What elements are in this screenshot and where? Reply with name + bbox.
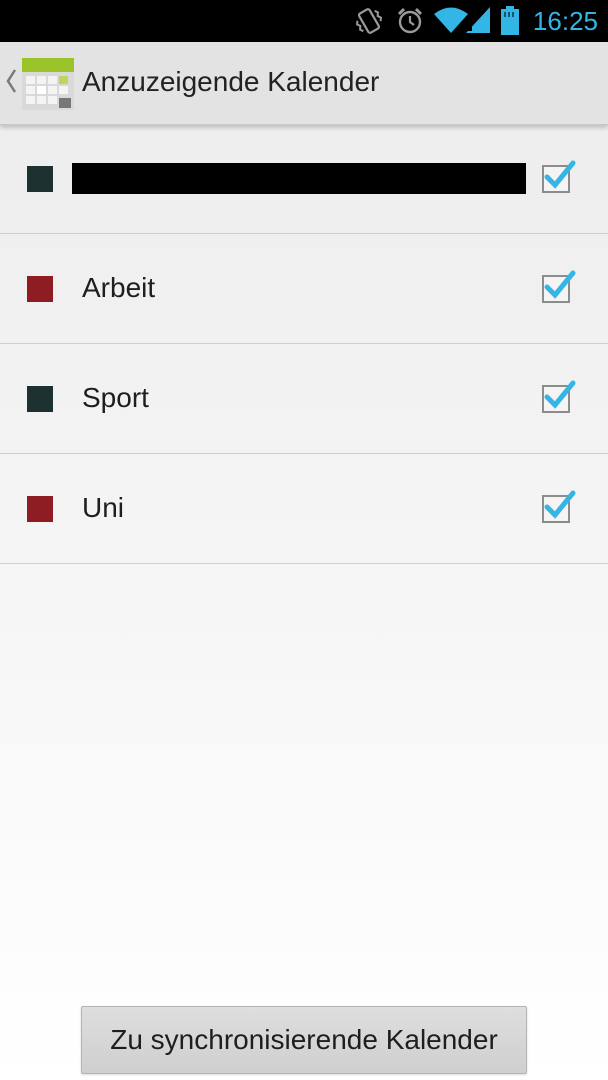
calendar-row[interactable]: Arbeit: [0, 234, 608, 344]
signal-icon: [466, 7, 490, 33]
vibrate-icon: [356, 8, 382, 34]
calendar-color-swatch: [27, 496, 53, 522]
calendar-checkbox[interactable]: [540, 490, 576, 524]
status-time: 16:25: [532, 6, 598, 36]
battery-icon: [501, 6, 519, 35]
calendar-row[interactable]: Uni: [0, 454, 608, 564]
status-bar: 16:25: [0, 0, 608, 42]
alarm-icon: [397, 7, 423, 34]
calendar-name: Arbeit: [82, 272, 156, 303]
redaction-bar: [72, 163, 526, 194]
calendar-row[interactable]: [0, 124, 608, 234]
calendar-name: Sport: [82, 382, 149, 413]
action-bar: Anzuzeigende Kalender: [0, 42, 608, 125]
calendar-name: Uni: [82, 492, 125, 523]
calendar-color-swatch: [27, 276, 53, 302]
calendar-row[interactable]: Sport: [0, 344, 608, 454]
calendar-app-icon[interactable]: [22, 58, 74, 110]
calendar-color-swatch: [27, 166, 53, 192]
page-title: Anzuzeigende Kalender: [82, 66, 380, 97]
calendar-list: Arbeit Sport Uni: [0, 124, 608, 564]
calendar-color-swatch: [27, 386, 53, 412]
calendar-checkbox[interactable]: [540, 160, 576, 194]
sync-calendars-button[interactable]: Zu synchronisierende Kalender: [81, 1006, 527, 1074]
chevron-left-icon[interactable]: [5, 68, 17, 94]
calendar-checkbox[interactable]: [540, 380, 576, 414]
calendar-checkbox[interactable]: [540, 270, 576, 304]
